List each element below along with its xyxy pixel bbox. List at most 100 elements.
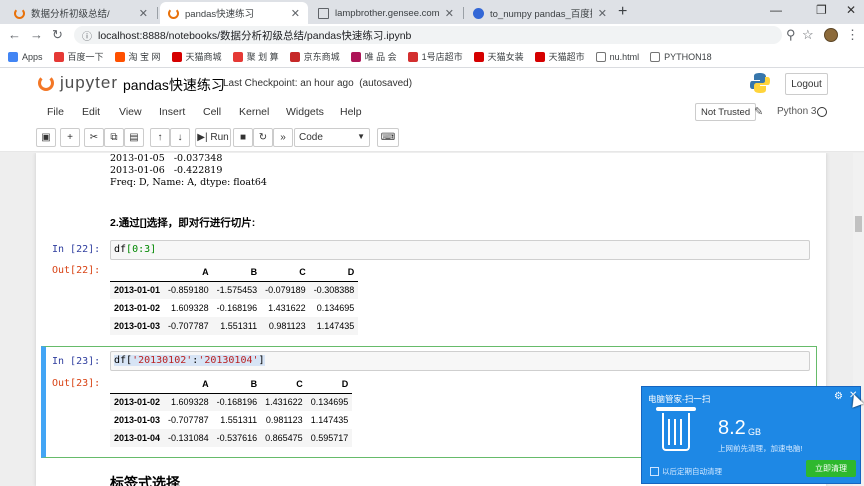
cut-button[interactable]: ✂: [84, 128, 104, 147]
insert-cell-button[interactable]: +: [60, 128, 80, 147]
table-cell: 0.134695: [310, 397, 349, 408]
tab-close-icon[interactable]: ✕: [139, 7, 148, 20]
bookmark-icon: [114, 51, 125, 62]
menu-widgets[interactable]: Widgets: [286, 106, 324, 118]
table-cell: 1.609328: [171, 397, 209, 408]
bookmark-item[interactable]: 百度一下: [53, 50, 104, 63]
bookmark-item[interactable]: PYTHON18: [650, 51, 712, 62]
python-logo-icon: [750, 73, 770, 93]
restart-run-all-button[interactable]: »: [273, 128, 293, 147]
bookmark-item[interactable]: 天猫超市: [534, 50, 585, 63]
not-trusted-button[interactable]: Not Trusted: [695, 103, 757, 121]
menu-help[interactable]: Help: [340, 106, 362, 118]
menu-edit[interactable]: Edit: [82, 106, 100, 118]
paste-button[interactable]: ▤: [124, 128, 144, 147]
gear-icon[interactable]: ⚙: [834, 391, 843, 402]
move-down-button[interactable]: ↓: [170, 128, 190, 147]
browser-tab-2-active[interactable]: pandas快速练习 ✕: [160, 2, 308, 24]
browser-tab-4[interactable]: to_numpy pandas_百度搜索 ✕: [465, 2, 615, 24]
search-icon[interactable]: ⚲: [786, 27, 796, 43]
bookmark-item[interactable]: 天猫商城: [171, 50, 222, 63]
bookmark-apps[interactable]: Apps: [8, 51, 43, 62]
table-row: 2013-01-03 -0.707787 1.551311 0.981123 1.147…: [110, 317, 359, 335]
bookmark-item[interactable]: 1号店超市: [407, 50, 463, 63]
popup-title: 电脑管家-扫一扫: [648, 394, 711, 404]
in-prompt: In [23]:: [52, 356, 101, 367]
menu-kebab-icon[interactable]: ⋮: [846, 27, 859, 43]
trash-icon: [656, 407, 696, 411]
row-index: 2013-01-04: [114, 433, 161, 443]
out-prompt: Out[22]:: [52, 265, 101, 276]
menu-file[interactable]: File: [47, 106, 64, 118]
new-tab-icon[interactable]: +: [618, 3, 627, 21]
save-button[interactable]: ▣: [36, 128, 56, 147]
minimize-icon[interactable]: —: [770, 3, 782, 17]
notebook-name[interactable]: pandas快速练习: [123, 75, 225, 95]
code-cell-input[interactable]: df['20130102':'20130104']: [110, 351, 810, 371]
tab-favicon-icon: [168, 7, 179, 19]
bookmark-icon: [534, 51, 545, 62]
tab-close-icon[interactable]: ✕: [291, 7, 300, 20]
tab-favicon-icon: [14, 7, 25, 19]
kernel-name: Python 3: [777, 106, 817, 117]
url-input[interactable]: ⓘ localhost:8888/notebooks/数据分析初级总结/pand…: [74, 26, 782, 44]
bookmark-item[interactable]: 唯 品 会: [350, 50, 397, 63]
move-up-button[interactable]: ↑: [150, 128, 170, 147]
tab-close-icon[interactable]: ✕: [598, 7, 607, 20]
copy-button[interactable]: ⧉: [104, 128, 124, 147]
browser-tab-3[interactable]: lampbrother.gensee.com/trai ✕: [310, 2, 462, 24]
bookmark-item[interactable]: 聚 划 算: [232, 50, 279, 63]
menu-cell[interactable]: Cell: [203, 106, 221, 118]
tab-close-icon[interactable]: ✕: [445, 7, 454, 20]
maximize-icon[interactable]: ❐: [816, 3, 827, 17]
auto-clean-checkbox[interactable]: [650, 467, 659, 476]
menu-kernel[interactable]: Kernel: [239, 106, 269, 118]
back-arrow-icon[interactable]: ←: [8, 27, 21, 42]
table-row: 2013-01-03 -0.707787 1.551311 0.981123 1.147…: [110, 411, 352, 429]
info-icon[interactable]: ⓘ: [82, 28, 92, 43]
logout-button[interactable]: Logout: [785, 73, 828, 95]
bookmark-item[interactable]: 天猫女装: [473, 50, 524, 63]
table-row: 2013-01-04 -0.131084 -0.537616 0.865475 0.59…: [110, 429, 353, 447]
junk-size-value: 8.2: [718, 417, 746, 439]
row-index: 2013-01-01: [114, 285, 161, 296]
table-cell: 1.431622: [265, 397, 303, 408]
edit-pencil-icon[interactable]: ✎: [754, 105, 763, 118]
bookmark-item[interactable]: 京东商城: [289, 50, 340, 63]
code-cell-input[interactable]: df[0:3]: [110, 240, 810, 260]
fast-forward-icon: »: [280, 132, 286, 143]
forward-arrow-icon[interactable]: →: [30, 27, 43, 42]
table-cell: 1.551311: [220, 321, 258, 331]
table-cell: 0.595717: [310, 433, 349, 443]
table-cell: -0.859180: [168, 285, 209, 296]
bookmark-item[interactable]: nu.html: [595, 51, 639, 62]
table-cell: -0.707787: [168, 415, 209, 425]
restart-button[interactable]: ↻: [253, 128, 273, 147]
profile-avatar[interactable]: [824, 28, 838, 42]
scrollbar-thumb[interactable]: [855, 216, 862, 232]
browser-tab-1[interactable]: 数据分析初级总结/ ✕: [6, 2, 156, 24]
table-cell: -0.168196: [216, 303, 258, 313]
run-button[interactable]: ▶| Run: [195, 128, 231, 147]
url-text: localhost:8888/notebooks/数据分析初级总结/pandas…: [98, 29, 412, 42]
menu-view[interactable]: View: [119, 106, 142, 118]
markdown-heading[interactable]: 标签式选择: [110, 473, 180, 486]
cell-type-select[interactable]: Code ▼: [294, 128, 370, 147]
reload-icon[interactable]: ↻: [52, 27, 63, 43]
bookmark-icon: [473, 51, 484, 62]
markdown-cell[interactable]: 2.通过[]选择，即对行进行切片:: [110, 215, 255, 230]
row-index: 2013-01-02: [114, 303, 161, 313]
menu-insert[interactable]: Insert: [159, 106, 185, 118]
in-prompt: In [22]:: [52, 244, 101, 255]
file-icon: [595, 51, 606, 62]
jupyter-logo[interactable]: jupyter: [38, 73, 118, 93]
clean-now-button[interactable]: 立即清理: [806, 460, 856, 477]
output-line: 2013-01-05 -0.037348: [110, 153, 223, 164]
bookmark-item[interactable]: 淘 宝 网: [114, 50, 161, 63]
interrupt-button[interactable]: ■: [233, 128, 253, 147]
table-cell: -0.308388: [313, 285, 355, 296]
window-close-icon[interactable]: ✕: [846, 3, 856, 17]
table-cell: 0.981123: [268, 321, 306, 331]
command-palette-button[interactable]: ⌨: [377, 128, 399, 147]
bookmark-star-icon[interactable]: ☆: [802, 27, 814, 43]
